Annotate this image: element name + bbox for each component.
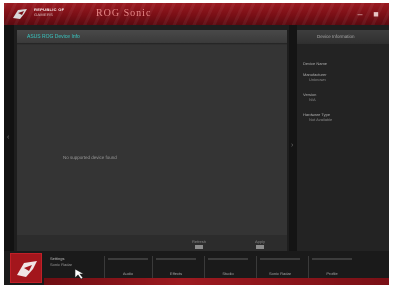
nav-item-label: Effects — [169, 271, 183, 276]
info-row-hardware-type: Hardware Type Not Available — [303, 112, 332, 122]
mouse-pointer-icon — [74, 268, 86, 280]
info-value: Unknown — [309, 77, 326, 82]
apply-indicator — [256, 244, 264, 249]
nav-item-label: Audio — [122, 271, 134, 276]
bottom-navigation-bar: Settings Sonic Radar Audio Effects Studi… — [4, 251, 389, 285]
nav-item-sonic-radar[interactable]: Sonic Radar — [256, 256, 302, 278]
panel-footer: Refresh Apply — [17, 235, 287, 251]
sidebar-title: Device Information — [317, 34, 355, 39]
nav-item-label: Studio — [222, 271, 234, 276]
bottom-accent-stripe — [44, 278, 389, 285]
nav-item-profile[interactable]: Profile — [308, 256, 354, 278]
close-button[interactable]: ■ — [370, 8, 382, 20]
info-value: Not Available — [309, 117, 333, 122]
left-collapse-handle[interactable]: ‹ — [4, 25, 14, 251]
refresh-button-label: Refresh — [191, 238, 206, 244]
empty-state-message: No supported device found — [63, 155, 117, 160]
active-item-sublabel: Sonic Radar — [50, 262, 73, 267]
chevron-left-icon: ‹ — [7, 134, 10, 141]
nav-item-bar — [208, 258, 248, 260]
refresh-indicator — [195, 244, 203, 249]
panel-body: No supported device found — [17, 45, 287, 235]
apply-button[interactable]: Apply — [235, 238, 285, 249]
device-info-sidebar: Device Information Device Name Manufactu… — [297, 30, 389, 251]
active-item-label: Settings — [50, 256, 65, 261]
nav-item-label: Profile — [326, 271, 338, 276]
info-row-version: Version N/A — [303, 92, 316, 102]
info-value: N/A — [309, 97, 316, 102]
nav-item-bar — [156, 258, 196, 260]
nav-item-bar — [108, 258, 148, 260]
refresh-button[interactable]: Refresh — [167, 238, 231, 249]
info-row-manufacturer: Manufacturer Unknown — [303, 72, 327, 82]
main-panel: ASUS ROG Device Info No supported device… — [17, 30, 287, 251]
nav-item-bar — [312, 258, 352, 260]
brand-line-2: GAMERS — [34, 12, 54, 17]
nav-item-label: Sonic Radar — [268, 271, 291, 276]
nav-item-studio[interactable]: Studio — [204, 256, 250, 278]
app-window: REPUBLIC OF GAMERS ROG Sonic – ■ ‹ ASUS … — [4, 3, 389, 285]
nav-item-audio[interactable]: Audio — [104, 256, 150, 278]
sidebar-header: Device Information — [297, 30, 389, 44]
app-title: ROG Sonic — [96, 8, 152, 19]
panel-header-title: ASUS ROG Device Info — [27, 34, 80, 40]
rog-eye-icon — [17, 261, 37, 277]
nav-item-bar — [260, 258, 300, 260]
info-row-device-name: Device Name — [303, 61, 327, 66]
nav-item-active[interactable]: Settings Sonic Radar — [48, 254, 100, 280]
apply-button-label: Apply — [254, 238, 265, 244]
brand-logo: REPUBLIC OF GAMERS — [34, 7, 84, 21]
info-key: Device Name — [303, 61, 328, 66]
chevron-right-icon: › — [291, 142, 294, 149]
nav-item-effects[interactable]: Effects — [152, 256, 198, 278]
title-bar[interactable]: REPUBLIC OF GAMERS ROG Sonic – ■ — [4, 3, 389, 25]
minimize-button[interactable]: – — [354, 8, 366, 20]
rog-eye-icon — [13, 9, 27, 19]
panel-header: ASUS ROG Device Info — [17, 30, 287, 44]
right-collapse-handle[interactable]: › — [289, 25, 297, 251]
rog-home-button[interactable] — [10, 253, 42, 283]
